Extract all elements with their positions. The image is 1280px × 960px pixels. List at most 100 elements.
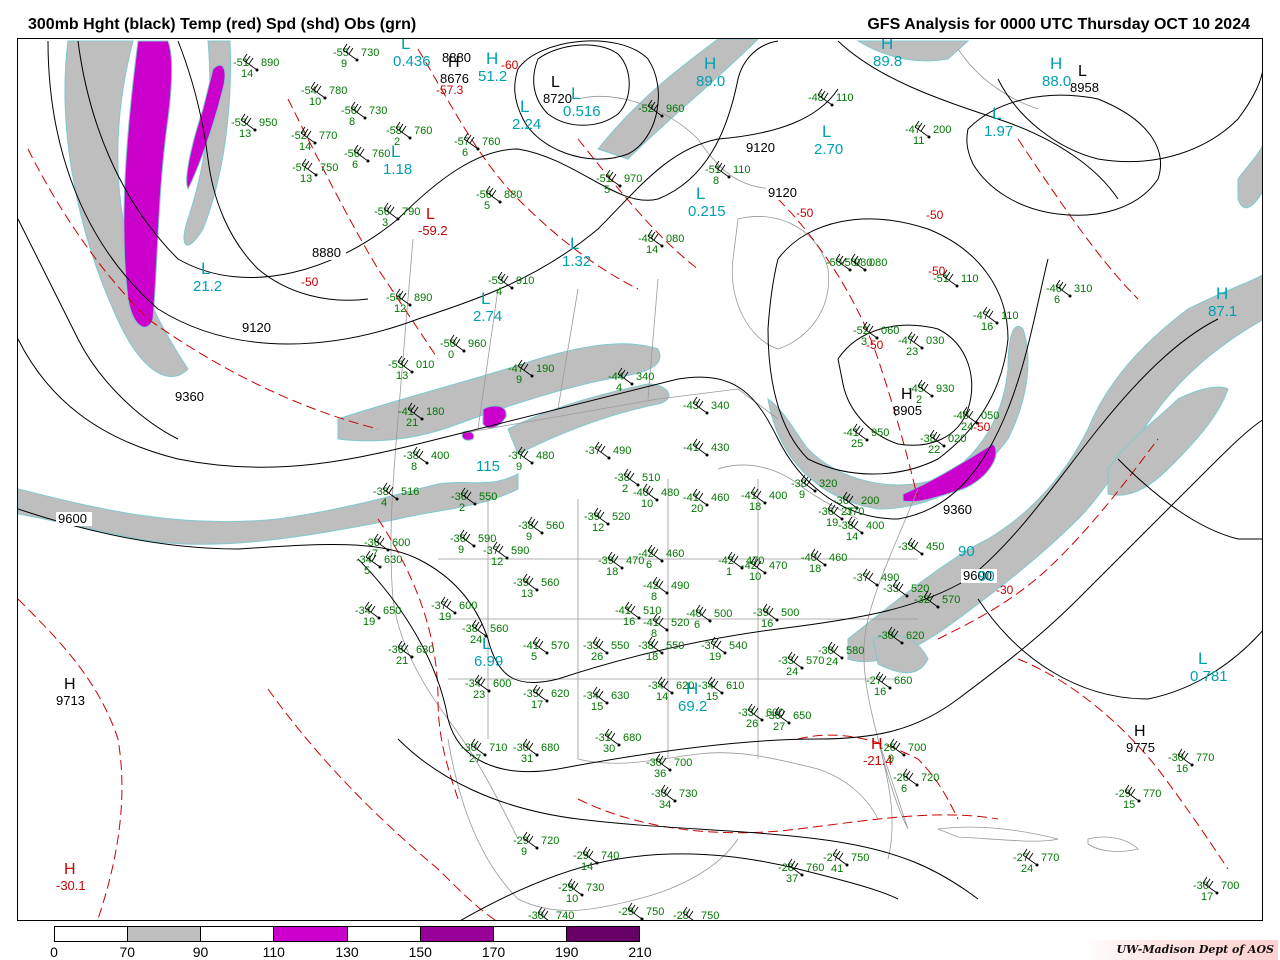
station-dewpoint-depression: 14 — [581, 861, 593, 873]
station-plot: -29 750 — [618, 902, 664, 920]
station-dewpoint-depression: 3 — [382, 217, 388, 229]
legend-swatch — [347, 927, 421, 941]
station-height: 600 — [459, 600, 477, 612]
station-plot: -41 5208 — [643, 613, 689, 640]
station-plot: -56 8805 — [476, 185, 522, 212]
station-plot: -33 450 — [898, 537, 944, 556]
station-height: 950 — [871, 427, 889, 439]
station-height: 730 — [679, 788, 697, 800]
speed-center-value: 2.70 — [814, 141, 843, 158]
station-height: 590 — [511, 545, 529, 557]
station-dewpoint-depression: 19 — [826, 517, 838, 529]
temp-contour-label: -50 — [866, 338, 884, 352]
speed-center-value: 0.215 — [688, 203, 726, 220]
speed-center-marker: L — [201, 259, 210, 278]
station-height: 950 — [259, 117, 277, 129]
station-dewpoint-depression: 30 — [603, 743, 615, 755]
station-plot: -29 73010 — [558, 878, 604, 905]
station-plot: -51 89014 — [233, 53, 279, 80]
station-height: 200 — [933, 124, 951, 136]
station-height: 480 — [661, 487, 679, 499]
station-plot: -53 9104 — [488, 271, 534, 298]
station-height: 960 — [666, 103, 684, 115]
jet-max-east — [902, 443, 997, 503]
station-dewpoint-depression: 6 — [352, 159, 358, 171]
station-dewpoint-depression: 18 — [749, 501, 761, 513]
speed-center-marker: H — [881, 39, 893, 53]
station-height: 770 — [1196, 752, 1214, 764]
station-dewpoint-depression: 14 — [241, 68, 253, 80]
station-dewpoint-depression: 16 — [874, 686, 886, 698]
pressure-center-value: 8958 — [1070, 80, 1099, 95]
speed-center-value: 89.0 — [696, 73, 725, 90]
station-height: 060 — [881, 325, 899, 337]
pressure-center-marker: H — [448, 54, 460, 71]
station-dewpoint-depression: 9 — [526, 531, 532, 543]
station-plot: -35 62017 — [523, 684, 569, 711]
hispaniola-outline — [1087, 836, 1139, 852]
speed-center-marker: L — [1198, 649, 1207, 668]
station-dewpoint-depression: 4 — [381, 497, 387, 509]
station-plot: -39 56013 — [513, 573, 559, 600]
station-plot: -37 59012 — [483, 541, 529, 568]
speed-center-value: 21.2 — [193, 278, 222, 295]
station-dewpoint-depression: 13 — [396, 370, 408, 382]
station-plot: -29 77015 — [1115, 784, 1161, 811]
station-dewpoint-depression: 5 — [364, 565, 370, 577]
station-dewpoint-depression: 0 — [448, 349, 454, 361]
station-dewpoint-depression: 23 — [473, 689, 485, 701]
station-dewpoint-depression: 16 — [1176, 763, 1188, 775]
station-height: 080 — [666, 233, 684, 245]
station-dewpoint-depression: 19 — [439, 611, 451, 623]
station-plot: -57 75013 — [292, 158, 338, 185]
pressure-center-value: -30.1 — [56, 878, 86, 893]
station-height: 720 — [541, 835, 559, 847]
station-dewpoint-depression: 14 — [646, 244, 658, 256]
station-dewpoint-depression: 7 — [372, 548, 378, 560]
station-height: 020 — [948, 433, 966, 445]
speed-center-value: 1.97 — [984, 123, 1013, 140]
station-plot: -56 7903 — [374, 202, 420, 229]
station-dewpoint-depression: 19 — [363, 616, 375, 628]
station-dewpoint-depression: 20 — [691, 503, 703, 515]
station-height: 430 — [711, 442, 729, 454]
station-height: 700 — [1221, 880, 1239, 892]
legend-label: 0 — [50, 944, 58, 960]
station-dewpoint-depression: 12 — [592, 522, 604, 534]
station-dewpoint-depression: 2 — [622, 483, 628, 495]
speed-center-value: 51.2 — [478, 68, 507, 85]
station-dewpoint-depression: 36 — [654, 768, 666, 780]
station-dewpoint-depression: 41 — [831, 863, 843, 875]
wind-speed-legend — [54, 926, 640, 942]
station-plot: -42 4908 — [643, 576, 689, 603]
station-dewpoint-depression: 4 — [496, 286, 502, 298]
station-plot: -56 7308 — [341, 101, 387, 128]
station-height: 650 — [383, 605, 401, 617]
station-dewpoint-depression: 6 — [462, 147, 468, 159]
station-plot: -42 4606 — [638, 544, 684, 571]
pressure-center-marker: H — [1134, 723, 1146, 740]
temp-contour-label: -50 — [796, 206, 814, 220]
station-plot: -54 89012 — [386, 288, 432, 315]
legend-label: 210 — [628, 944, 652, 960]
station-height: 910 — [516, 275, 534, 287]
credit-text: UW-Madison Dept of AOS — [1086, 940, 1278, 960]
station-height: 310 — [1074, 283, 1092, 295]
speed-center-marker: H — [486, 49, 498, 68]
station-dewpoint-depression: 3 — [861, 336, 867, 348]
station-height: 730 — [369, 105, 387, 117]
station-plot: -29 74014 — [573, 846, 619, 873]
station-dewpoint-depression: 24 — [961, 421, 973, 433]
legend-swatch — [128, 927, 202, 941]
station-height: 490 — [671, 580, 689, 592]
jet-max-pacific — [123, 40, 173, 328]
chart-title: 300mb Hght (black) Temp (red) Spd (shd) … — [28, 16, 417, 33]
station-dewpoint-depression: 8 — [349, 116, 355, 128]
speed-center-marker: L — [570, 234, 579, 253]
speed-center-marker: L — [520, 97, 529, 116]
station-dewpoint-depression: 27 — [773, 721, 785, 733]
station-dewpoint-depression: 6 — [901, 783, 907, 795]
speed-center-marker: L — [822, 122, 831, 141]
speed-center-value: 6.99 — [474, 653, 503, 670]
jet-band-pacific — [18, 473, 519, 545]
